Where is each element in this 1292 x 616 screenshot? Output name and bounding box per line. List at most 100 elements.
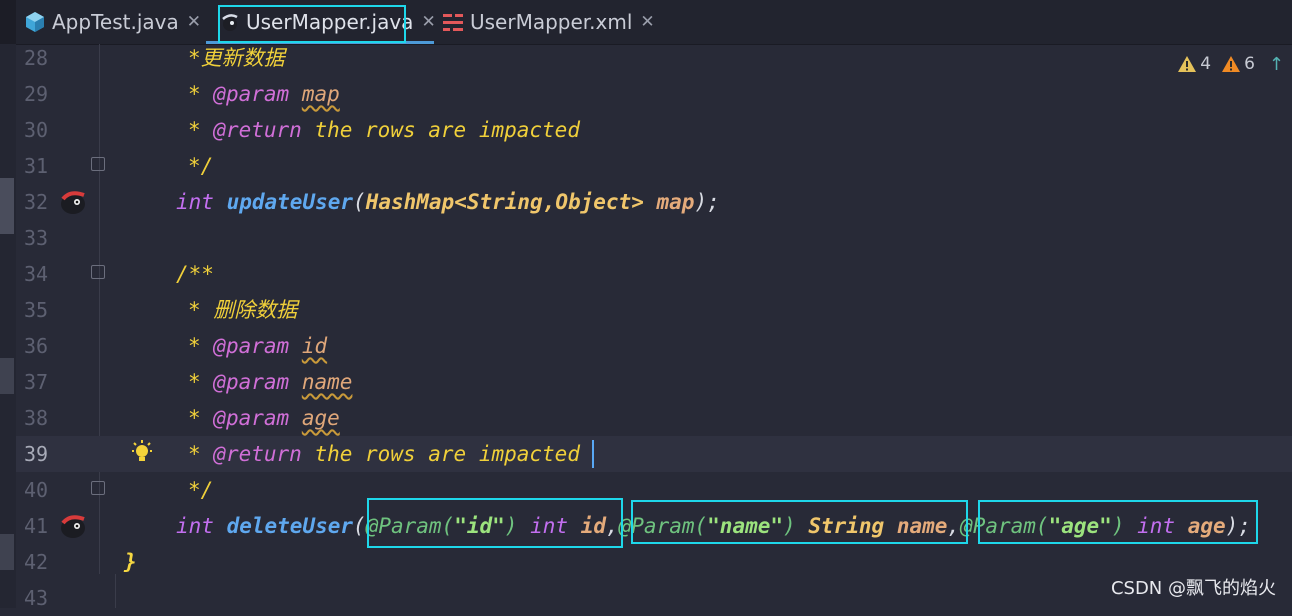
doc-comment: */ <box>188 478 214 502</box>
doc-star: * <box>188 442 214 466</box>
doc-star: * <box>188 334 214 358</box>
code-text: * @param age <box>188 400 340 436</box>
doc-star: * <box>188 82 214 106</box>
java-class-icon <box>26 12 44 32</box>
inspection-widget[interactable]: 4 6 ↑ <box>1177 52 1284 76</box>
line-number: 30 <box>24 118 49 142</box>
highlight-box-param-id <box>367 498 623 548</box>
code-text: * 删除数据 <box>188 292 297 328</box>
code-line: 30 * @return the rows are impacted <box>16 112 1292 148</box>
line-number: 40 <box>24 478 49 502</box>
code-text: */ <box>188 472 213 508</box>
method-name: updateUser <box>226 190 354 214</box>
code-line: 37 * @param name <box>16 364 1292 400</box>
code-text: * @param id <box>188 328 327 364</box>
line-number: 37 <box>24 370 49 394</box>
mybatis-navigate-icon[interactable] <box>58 187 90 217</box>
close-icon[interactable]: ✕ <box>187 12 201 32</box>
fold-marker-icon[interactable] <box>91 481 105 495</box>
code-text: int updateUser(HashMap<String,Object> ma… <box>176 184 720 220</box>
code-line: 33 <box>16 220 1292 256</box>
weak-warning-count: 6 <box>1244 54 1255 74</box>
code-text: } <box>124 544 137 580</box>
code-line: 32 int updateUser(HashMap<String,Object>… <box>16 184 1292 220</box>
brace: } <box>124 550 137 574</box>
line-number: 38 <box>24 406 49 430</box>
code-text: * @param map <box>188 76 340 112</box>
javadoc-param: name <box>301 370 353 394</box>
code-text: * @return the rows are impacted <box>188 112 580 148</box>
punctuation: ( <box>353 514 366 538</box>
code-line: 29 * @param map <box>16 76 1292 112</box>
change-marker <box>0 534 14 570</box>
method-name: deleteUser <box>226 514 354 538</box>
code-line: 34 /** <box>16 256 1292 292</box>
previous-highlight-arrow-icon[interactable]: ↑ <box>1269 54 1284 75</box>
text-caret <box>592 440 594 468</box>
doc-comment: */ <box>188 154 214 178</box>
line-number: 29 <box>24 82 49 106</box>
mybatis-navigate-icon[interactable] <box>58 511 90 541</box>
warning-icon <box>1178 56 1197 72</box>
tab-label: UserMapper.xml <box>470 10 633 34</box>
javadoc-tag: @param <box>213 406 290 430</box>
javadoc-tag: @param <box>213 82 290 106</box>
code-line: 38 * @param age <box>16 400 1292 436</box>
editor-tab-bar: AppTest.java ✕ UserMapper.java ✕ UserMap… <box>0 0 1292 45</box>
change-marker <box>0 358 14 394</box>
close-icon[interactable]: ✕ <box>640 12 654 32</box>
code-text: /** <box>176 256 214 292</box>
code-line: 43 <box>16 580 1292 616</box>
punctuation: ( <box>353 190 366 214</box>
change-marker <box>0 178 14 234</box>
line-number: 39 <box>24 442 49 466</box>
code-line: 35 * 删除数据 <box>16 292 1292 328</box>
tab-bar-edge <box>0 0 16 44</box>
highlight-box-tab <box>218 5 406 43</box>
code-editor[interactable]: 28 *更新数据 29 * @param map 30 * @return th… <box>0 44 1292 610</box>
doc-comment: * 删除数据 <box>188 298 298 322</box>
code-line: 28 *更新数据 <box>16 40 1292 76</box>
javadoc-param: age <box>301 406 340 430</box>
line-number: 42 <box>24 550 49 574</box>
keyword: int <box>176 190 214 214</box>
punctuation: ); <box>694 190 720 214</box>
javadoc-tag: @param <box>213 370 290 394</box>
doc-comment: the rows are impacted <box>301 442 580 466</box>
line-number: 34 <box>24 262 49 286</box>
doc-comment: /** <box>176 262 214 286</box>
doc-star: * <box>188 118 214 142</box>
watermark: CSDN @飘飞的焰火 <box>1110 578 1276 599</box>
code-text: */ <box>188 148 213 184</box>
doc-comment: *更新数据 <box>188 46 285 70</box>
keyword: int <box>176 514 214 538</box>
code-line: 42 } <box>16 544 1292 580</box>
param-name: map <box>656 190 695 214</box>
line-number: 28 <box>24 46 49 70</box>
javadoc-tag: @return <box>213 118 302 142</box>
xml-mapper-icon <box>443 14 463 31</box>
line-number: 35 <box>24 298 49 322</box>
doc-star: * <box>188 406 214 430</box>
tab-usermapper-xml[interactable]: UserMapper.xml ✕ <box>442 0 655 44</box>
fold-marker-icon[interactable] <box>91 157 105 171</box>
code-line: 31 */ <box>16 148 1292 184</box>
javadoc-param: map <box>301 82 340 106</box>
code-text: *更新数据 <box>188 40 285 76</box>
fold-marker-icon[interactable] <box>91 265 105 279</box>
lightbulb-icon[interactable] <box>130 440 154 466</box>
warning-count: 4 <box>1200 54 1212 74</box>
line-number: 36 <box>24 334 49 358</box>
weak-warning-icon <box>1222 56 1241 72</box>
line-number: 31 <box>24 154 49 178</box>
javadoc-tag: @param <box>213 334 290 358</box>
type-name: HashMap<String,Object> <box>365 190 644 214</box>
close-icon[interactable]: ✕ <box>421 12 435 32</box>
javadoc-param: id <box>301 334 328 358</box>
tab-apptest-java[interactable]: AppTest.java ✕ <box>24 0 201 44</box>
line-number: 33 <box>24 226 49 250</box>
code-text: * @return the rows are impacted <box>188 436 580 472</box>
highlight-box-param-age <box>978 500 1258 544</box>
code-line: 36 * @param id <box>16 328 1292 364</box>
doc-comment: the rows are impacted <box>301 118 580 142</box>
